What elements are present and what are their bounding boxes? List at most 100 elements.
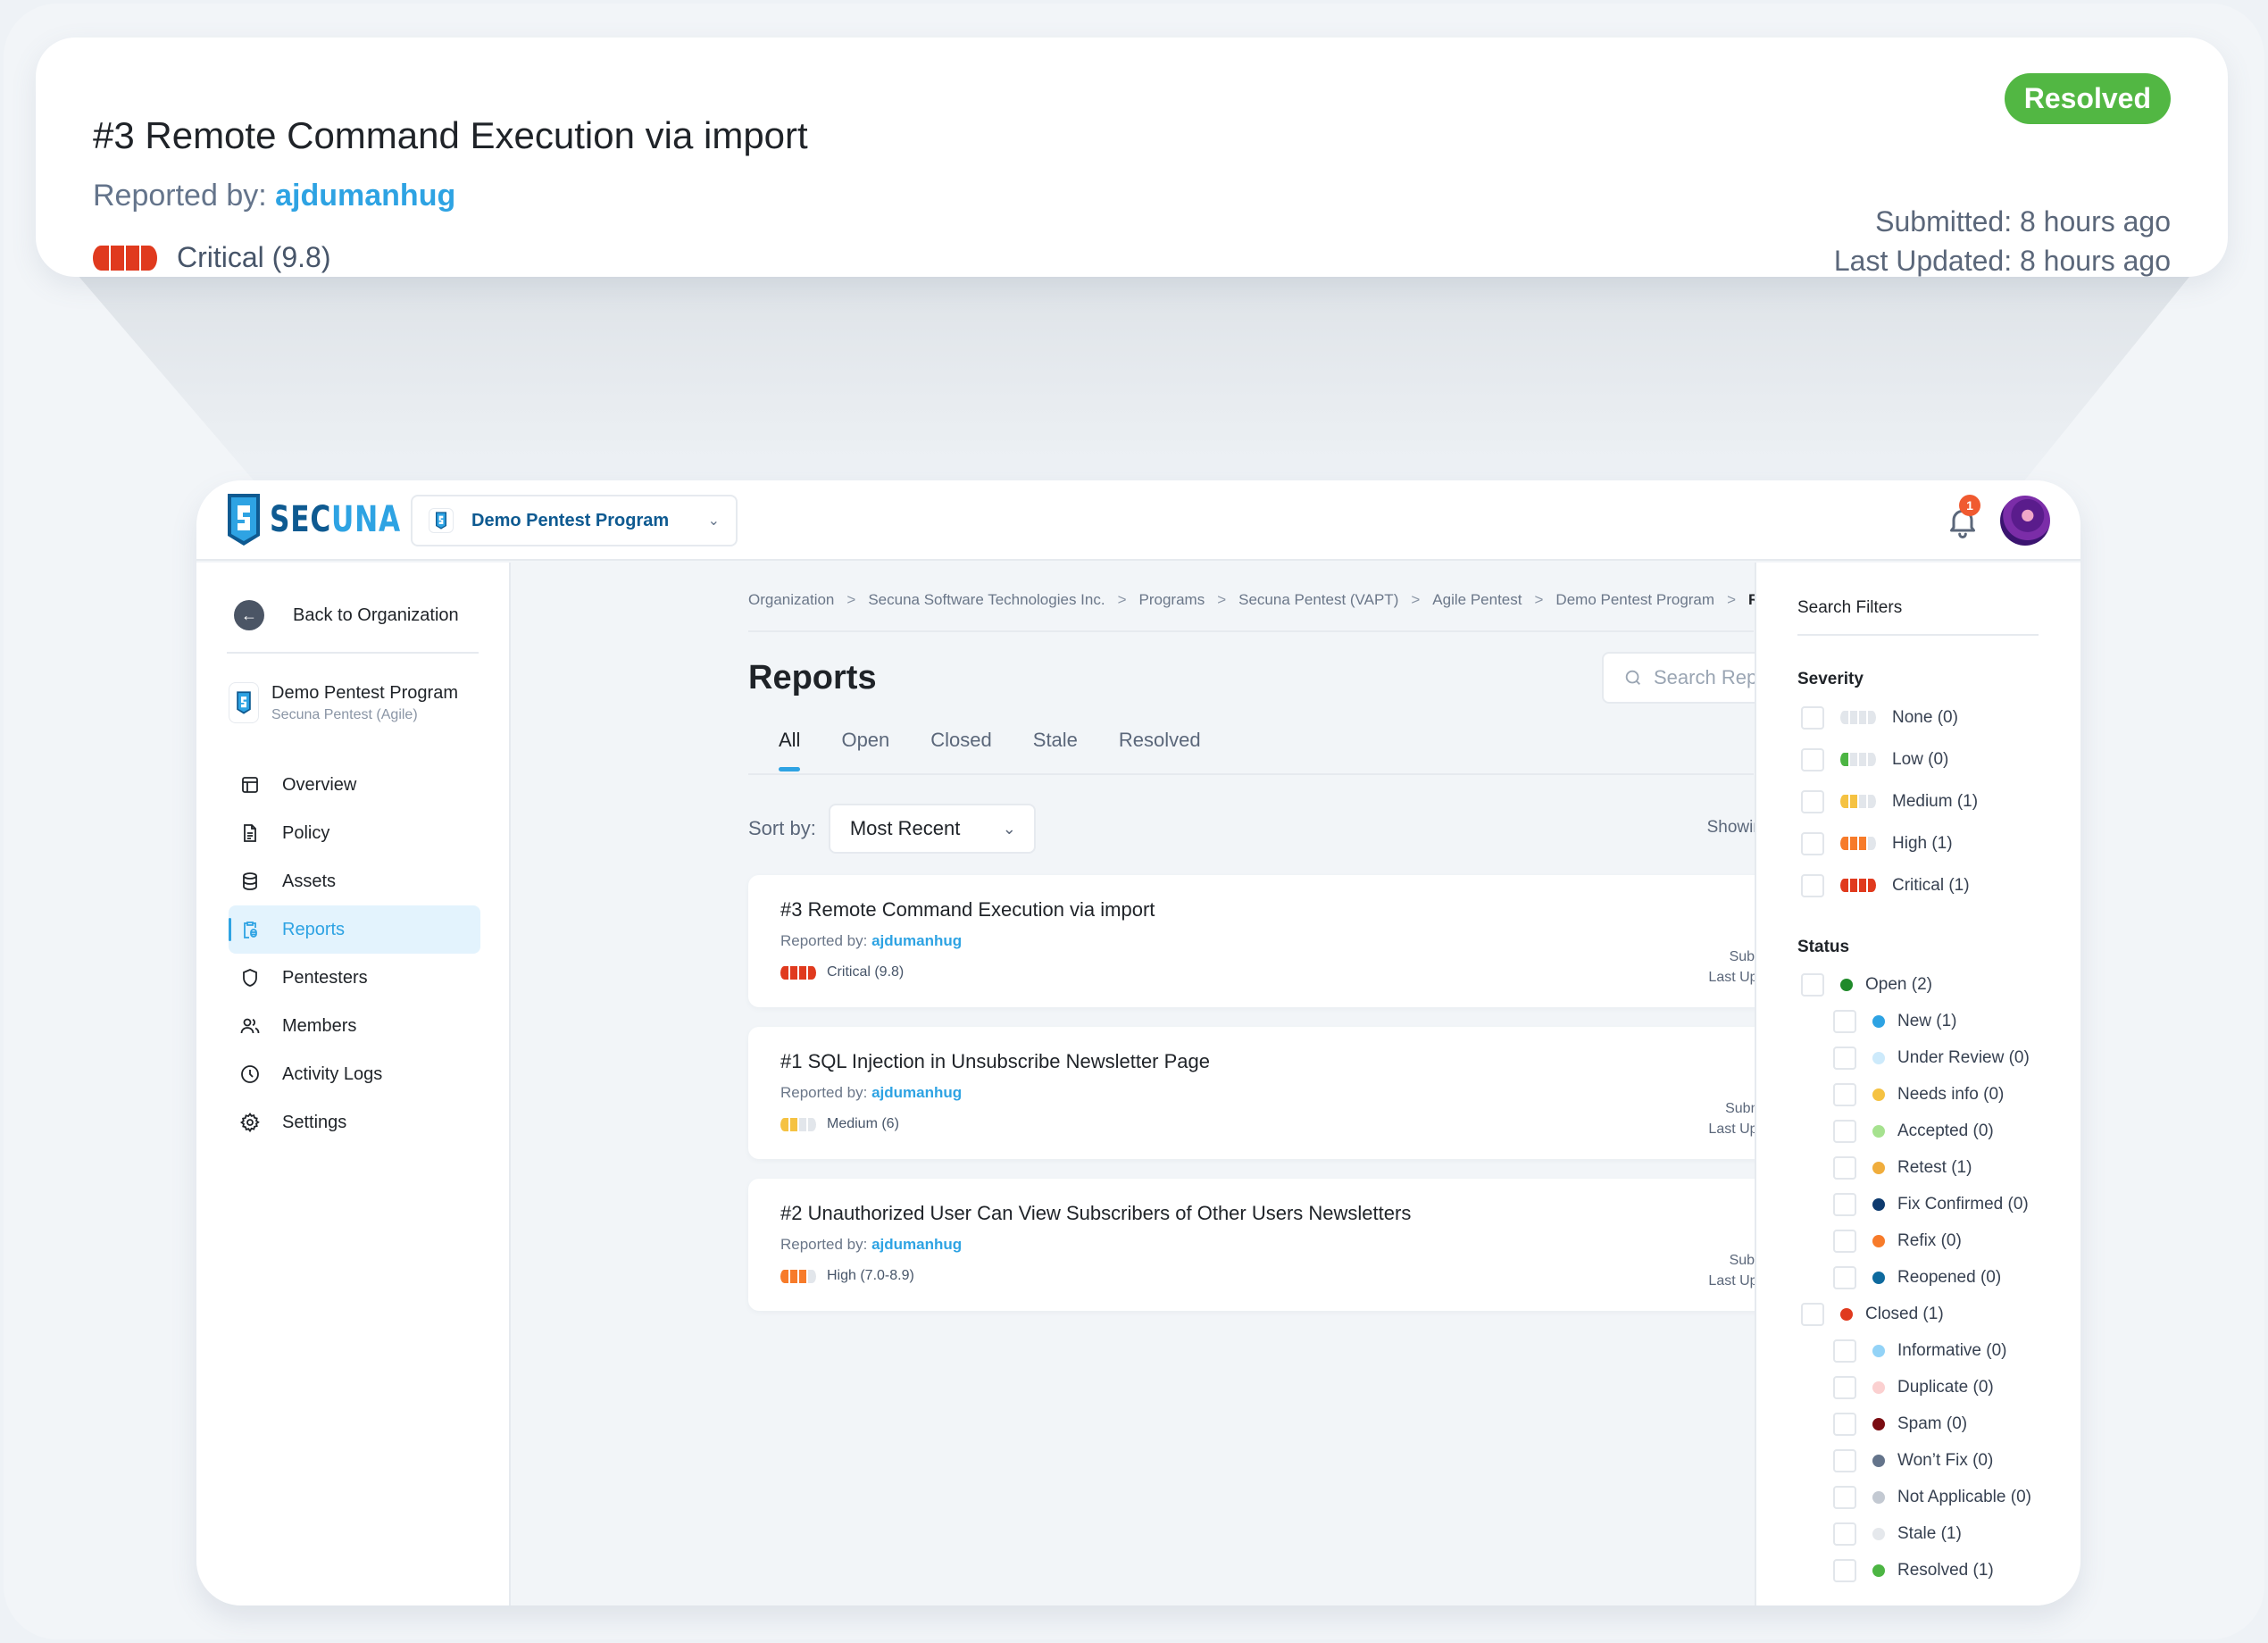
breadcrumb-company[interactable]: Secuna Software Technologies Inc. — [868, 591, 1105, 609]
checkbox[interactable] — [1833, 1558, 1856, 1582]
status-filter-option[interactable]: Not Applicable (0) — [1801, 1479, 2031, 1515]
back-to-organization-button[interactable]: ← Back to Organization — [234, 600, 459, 630]
checkbox[interactable] — [1801, 705, 1824, 730]
status-dot-icon — [1872, 1161, 1885, 1174]
report-detail-reporter: Reported by: ajdumanhug — [93, 179, 455, 213]
status-filter-option[interactable]: Needs info (0) — [1801, 1076, 2031, 1113]
reporter-link[interactable]: ajdumanhug — [871, 932, 962, 949]
status-filter-option[interactable]: Reopened (0) — [1801, 1259, 2031, 1296]
status-filter-option[interactable]: Informative (0) — [1801, 1332, 2031, 1369]
submitted-time: Submitted: 8 hours ago — [1875, 205, 2171, 238]
severity-meter-icon — [780, 1269, 816, 1283]
reporter-link[interactable]: ajdumanhug — [871, 1236, 962, 1253]
status-filter-option[interactable]: Duplicate (0) — [1801, 1369, 2031, 1405]
breadcrumb-demo-program[interactable]: Demo Pentest Program — [1555, 591, 1714, 609]
breadcrumb-secuna-pentest[interactable]: Secuna Pentest (VAPT) — [1238, 591, 1398, 609]
program-selector-label: Demo Pentest Program — [471, 510, 670, 530]
status-filter-option[interactable]: Resolved (1) — [1801, 1552, 2031, 1589]
program-selector[interactable]: Demo Pentest Program ⌄ — [411, 495, 738, 546]
top-header: SECUNA Demo Pentest Program ⌄ 1 — [196, 480, 2080, 561]
reporter-link[interactable]: ajdumanhug — [871, 1084, 962, 1101]
checkbox[interactable] — [1833, 1485, 1856, 1509]
checkbox[interactable] — [1833, 1448, 1856, 1472]
checkbox[interactable] — [1801, 873, 1824, 897]
severity-filter-option[interactable]: Critical (1) — [1801, 864, 1978, 906]
checkbox[interactable] — [1833, 1339, 1856, 1363]
report-card[interactable]: #3 Remote Command Execution via import R… — [748, 875, 1909, 1007]
reporter-link[interactable]: ajdumanhug — [275, 179, 455, 213]
breadcrumb-organization[interactable]: Organization — [748, 591, 834, 609]
status-filter-option[interactable]: Won’t Fix (0) — [1801, 1442, 2031, 1479]
sidebar-item-pentesters[interactable]: Pentesters — [229, 954, 480, 1002]
report-title[interactable]: #1 SQL Injection in Unsubscribe Newslett… — [780, 1050, 1210, 1073]
severity-meter-icon — [1840, 753, 1876, 766]
checkbox[interactable] — [1801, 789, 1824, 813]
severity-filter-option[interactable]: None (0) — [1801, 696, 1978, 738]
checkbox[interactable] — [1833, 1082, 1856, 1106]
status-filter-option[interactable]: Accepted (0) — [1801, 1113, 2031, 1149]
checkbox[interactable] — [1833, 1192, 1856, 1216]
status-filter-option[interactable]: Fix Confirmed (0) — [1801, 1186, 2031, 1222]
status-dot-icon — [1872, 1197, 1885, 1211]
breadcrumb-divider — [748, 630, 1754, 632]
checkbox[interactable] — [1833, 1522, 1856, 1546]
report-card[interactable]: #1 SQL Injection in Unsubscribe Newslett… — [748, 1027, 1909, 1159]
severity-filter-option[interactable]: Medium (1) — [1801, 780, 1978, 822]
checkbox[interactable] — [1833, 1229, 1856, 1253]
checkbox[interactable] — [1833, 1046, 1856, 1070]
checkbox[interactable] — [1833, 1265, 1856, 1289]
user-avatar[interactable] — [2000, 496, 2050, 546]
breadcrumb-programs[interactable]: Programs — [1139, 591, 1205, 609]
severity-option-label: High (1) — [1892, 833, 1953, 853]
sidebar-item-overview[interactable]: Overview — [229, 761, 480, 809]
sidebar-item-activity-logs[interactable]: Activity Logs — [229, 1050, 480, 1098]
tab-all[interactable]: All — [779, 723, 801, 773]
severity-heading: Severity — [1797, 670, 1864, 688]
status-dot-icon — [1872, 1454, 1885, 1467]
sidebar-item-assets[interactable]: Assets — [229, 857, 480, 905]
status-filter-option[interactable]: Under Review (0) — [1801, 1039, 2031, 1076]
clock-icon — [241, 1065, 259, 1083]
tab-stale[interactable]: Stale — [1033, 723, 1078, 773]
status-filter-list: Open (2) New (1) Under Review (0) Needs … — [1801, 966, 2031, 1589]
checkbox[interactable] — [1833, 1009, 1856, 1033]
sidebar-item-settings[interactable]: Settings — [229, 1098, 480, 1147]
page-title: Reports — [748, 659, 877, 696]
checkbox[interactable] — [1833, 1412, 1856, 1436]
status-heading: Status — [1797, 938, 1850, 956]
status-filter-option[interactable]: New (1) — [1801, 1003, 2031, 1039]
filters-title: Search Filters — [1797, 598, 1903, 617]
checkbox[interactable] — [1833, 1119, 1856, 1143]
status-option-label: New (1) — [1897, 1011, 1957, 1030]
severity-filter-option[interactable]: High (1) — [1801, 822, 1978, 864]
checkbox[interactable] — [1801, 831, 1824, 855]
status-filter-option[interactable]: Stale (1) — [1801, 1515, 2031, 1552]
report-title[interactable]: #3 Remote Command Execution via import — [780, 898, 1155, 922]
sort-select[interactable]: Most Recent ⌄ — [828, 804, 1036, 854]
severity-filter-option[interactable]: Low (0) — [1801, 738, 1978, 780]
sidebar-item-members[interactable]: Members — [229, 1002, 480, 1050]
tab-resolved[interactable]: Resolved — [1119, 723, 1201, 773]
tab-open[interactable]: Open — [841, 723, 889, 773]
status-filter-option[interactable]: Spam (0) — [1801, 1405, 2031, 1442]
reported-by-label: Reported by: — [93, 179, 267, 213]
tab-closed[interactable]: Closed — [930, 723, 991, 773]
status-dot-icon — [1840, 978, 1853, 991]
report-card[interactable]: #2 Unauthorized User Can View Subscriber… — [748, 1179, 1909, 1311]
secuna-logo[interactable]: SECUNA — [227, 493, 438, 546]
status-filter-option[interactable]: Open (2) — [1801, 966, 2031, 1003]
status-filter-option[interactable]: Closed (1) — [1801, 1296, 2031, 1332]
severity-meter-icon — [1840, 795, 1876, 808]
checkbox[interactable] — [1833, 1375, 1856, 1399]
checkbox[interactable] — [1801, 747, 1824, 771]
report-title[interactable]: #2 Unauthorized User Can View Subscriber… — [780, 1202, 1411, 1225]
sidebar-item-policy[interactable]: Policy — [229, 809, 480, 857]
checkbox[interactable] — [1833, 1155, 1856, 1180]
breadcrumb-agile-pentest[interactable]: Agile Pentest — [1432, 591, 1522, 609]
status-filter-option[interactable]: Refix (0) — [1801, 1222, 2031, 1259]
sidebar-item-reports[interactable]: Reports — [229, 905, 480, 954]
status-filter-option[interactable]: Retest (1) — [1801, 1149, 2031, 1186]
layout-icon — [242, 777, 258, 793]
checkbox[interactable] — [1801, 972, 1824, 997]
checkbox[interactable] — [1801, 1302, 1824, 1326]
